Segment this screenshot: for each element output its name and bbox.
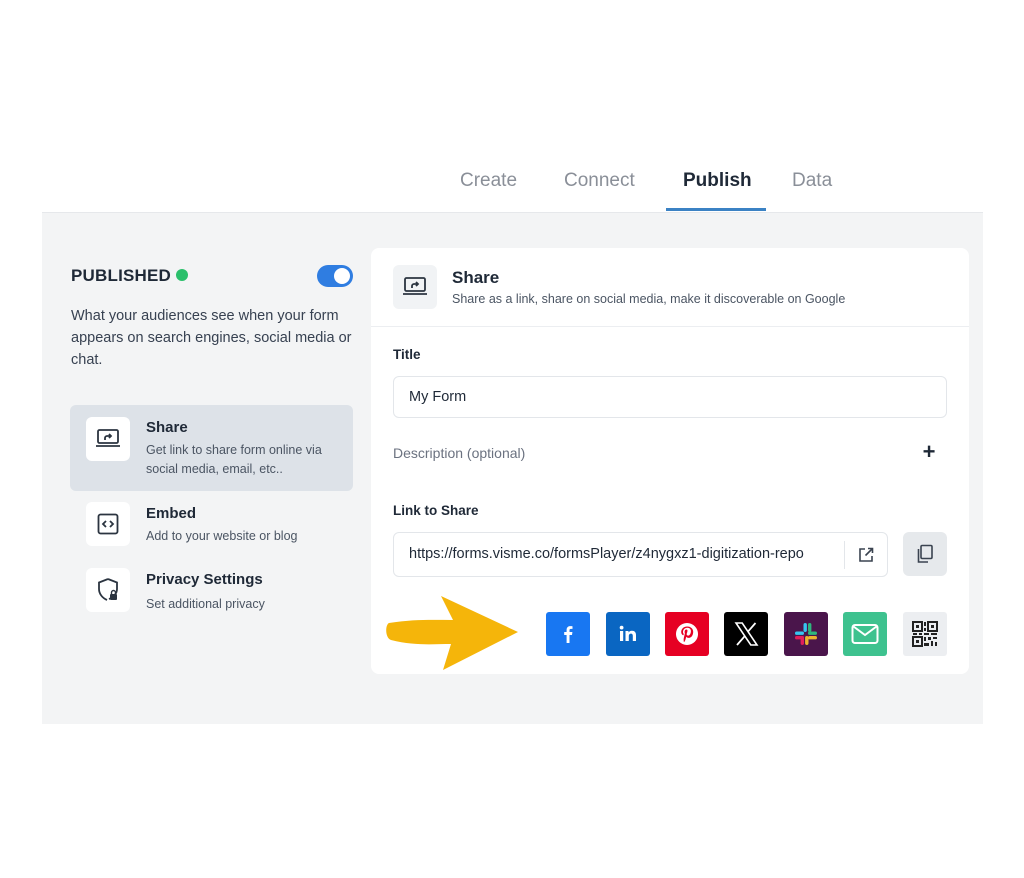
facebook-share-button[interactable] — [546, 612, 590, 656]
published-status-dot — [176, 269, 188, 281]
title-field-label: Title — [393, 347, 421, 362]
x-share-button[interactable] — [724, 612, 768, 656]
share-panel-header: Share Share as a link, share on social m… — [371, 248, 969, 327]
sidebar-item-label: Embed — [146, 505, 197, 522]
title-input[interactable] — [393, 376, 947, 418]
share-screen-icon — [393, 265, 437, 309]
pinterest-icon — [676, 623, 698, 645]
publish-toggle[interactable] — [317, 265, 353, 287]
published-description: What your audiences see when your form a… — [71, 308, 352, 368]
sidebar-item-sublabel: Set additional privacy — [146, 597, 265, 611]
code-icon — [86, 502, 130, 546]
sidebar-item-sublabel: Add to your website or blog — [146, 529, 298, 543]
linkedin-share-button[interactable] — [606, 612, 650, 656]
qr-code-icon — [912, 621, 938, 647]
open-link-icon[interactable] — [854, 544, 878, 566]
sidebar-item-label: Share — [146, 419, 188, 436]
toggle-knob — [334, 268, 350, 284]
active-tab-indicator — [666, 208, 766, 211]
x-icon — [734, 622, 759, 646]
shield-lock-icon — [86, 568, 130, 612]
slack-share-button[interactable] — [784, 612, 828, 656]
link-divider — [844, 541, 845, 569]
sidebar-item-sublabel: Get link to share form online via social… — [146, 443, 322, 476]
sidebar-item-embed[interactable]: Embed Add to your website or blog — [70, 496, 353, 556]
email-share-button[interactable] — [843, 612, 887, 656]
linkedin-icon — [619, 625, 636, 641]
sidebar-item-privacy-settings[interactable]: Privacy Settings Set additional privacy — [70, 564, 353, 624]
copy-icon — [917, 544, 933, 563]
slack-icon — [795, 623, 817, 645]
highlight-arrow-icon — [386, 596, 518, 670]
tab-create[interactable]: Create — [460, 170, 517, 212]
pinterest-share-button[interactable] — [665, 612, 709, 656]
main-tabs: Create Connect Publish Data — [0, 162, 1024, 212]
share-link-field[interactable]: https://forms.visme.co/formsPlayer/z4nyg… — [393, 532, 888, 577]
tab-connect[interactable]: Connect — [564, 170, 635, 212]
sidebar-item-share[interactable]: Share Get link to share form online via … — [70, 405, 353, 491]
share-panel-title: Share — [452, 268, 500, 287]
share-screen-icon — [86, 417, 130, 461]
share-panel-subtitle: Share as a link, share on social media, … — [452, 292, 846, 306]
qr-code-button[interactable] — [903, 612, 947, 656]
facebook-icon — [564, 626, 573, 643]
published-status-label: PUBLISHED — [71, 266, 172, 285]
tab-publish[interactable]: Publish — [683, 170, 752, 212]
tab-data[interactable]: Data — [792, 170, 832, 212]
sidebar-item-label: Privacy Settings — [146, 571, 263, 588]
add-description-button[interactable]: + — [919, 440, 939, 464]
email-icon — [851, 624, 879, 644]
link-field-label: Link to Share — [393, 503, 479, 518]
description-label[interactable]: Description (optional) — [393, 445, 525, 461]
copy-link-button[interactable] — [903, 532, 947, 576]
share-link-url[interactable]: https://forms.visme.co/formsPlayer/z4nyg… — [409, 546, 829, 562]
